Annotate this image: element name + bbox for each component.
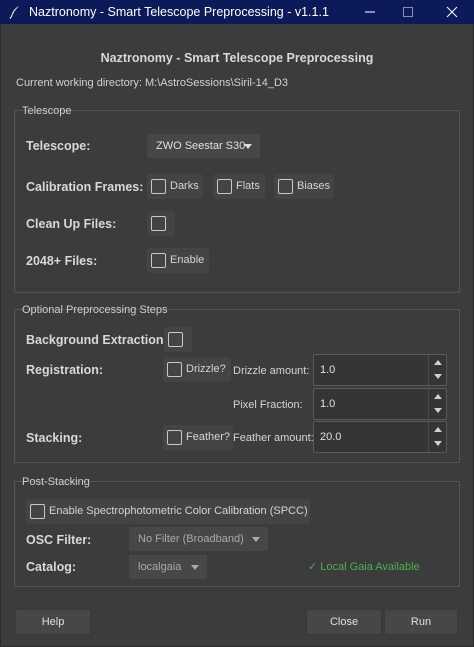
chevron-down-icon [252,537,260,542]
spcc-label: Enable Spectrophotometric Color Calibrat… [49,505,308,517]
cleanup-files-checkbox-box[interactable] [151,216,166,231]
feather-amount-label: Feather amount: [233,432,314,444]
cleanup-files-label: Clean Up Files: [26,217,117,231]
chevron-down-icon [244,144,252,149]
catalog-select[interactable]: localgaia [129,555,207,579]
feather-amount-value: 20.0 [320,431,342,443]
biases-checkbox[interactable]: Biases [274,174,334,199]
darks-checkbox[interactable]: Darks [147,174,203,199]
drizzle-checkbox-box[interactable] [167,362,182,377]
help-button-label: Help [41,616,65,628]
files-2048-checkbox-box[interactable] [151,253,166,268]
arrow-down-icon[interactable] [434,441,442,446]
calibration-frames-label: Calibration Frames: [26,180,144,194]
background-extraction-checkbox-box[interactable] [168,332,183,347]
gaia-status: ✓ Local Gaia Available [308,560,420,574]
darks-label: Darks [170,180,199,192]
drizzle-amount-spinbox[interactable]: 1.0 [313,354,447,386]
drizzle-amount-value: 1.0 [320,364,336,376]
telescope-select-value: ZWO Seestar S30 [156,140,246,152]
feather-amount-stepper[interactable] [428,422,446,452]
run-button-label: Run [410,616,432,628]
spcc-checkbox-box[interactable] [30,504,45,519]
files-2048-label: 2048+ Files: [26,254,98,268]
window-title: Naztronomy - Smart Telescope Preprocessi… [29,5,329,19]
feather-label: Feather? [186,431,231,443]
arrow-up-icon[interactable] [434,360,442,365]
cleanup-files-checkbox[interactable] [147,211,175,236]
close-icon [446,6,458,18]
close-button-label: Close [329,616,359,628]
registration-label: Registration: [26,363,104,377]
catalog-label: Catalog: [26,560,76,574]
osc-filter-select-value: No Filter (Broadband) [138,533,244,545]
chevron-down-icon [191,565,199,570]
pixel-fraction-spinbox[interactable]: 1.0 [313,388,447,420]
drizzle-amount-label: Drizzle amount: [233,365,310,377]
pixel-fraction-label: Pixel Fraction: [233,399,303,411]
drizzle-checkbox[interactable]: Drizzle? [163,357,231,382]
arrow-down-icon[interactable] [434,374,442,379]
feather-amount-spinbox[interactable]: 20.0 [313,421,447,453]
arrow-down-icon[interactable] [434,408,442,413]
drizzle-label: Drizzle? [186,363,226,375]
checkmark-icon: ✓ [308,561,318,573]
gaia-status-text: Local Gaia Available [320,560,420,573]
optional-steps-group-title: Optional Preprocessing Steps [22,304,168,316]
feather-pen-icon [8,5,22,19]
close-button[interactable]: Close [306,609,382,635]
telescope-select[interactable]: ZWO Seestar S30 [147,134,260,158]
flats-checkbox-box[interactable] [217,179,232,194]
flats-label: Flats [236,180,260,192]
telescope-group-title: Telescope [22,105,72,117]
pixel-fraction-value: 1.0 [320,398,336,410]
stacking-label: Stacking: [26,431,83,445]
help-button[interactable]: Help [15,609,91,635]
files-2048-enable-label: Enable [170,254,205,266]
catalog-select-value: localgaia [138,561,182,573]
page-title: Naztronomy - Smart Telescope Preprocessi… [100,51,374,65]
osc-filter-select[interactable]: No Filter (Broadband) [129,527,268,551]
feather-checkbox-box[interactable] [167,430,182,445]
maximize-button[interactable] [386,0,430,24]
background-extraction-checkbox[interactable] [164,327,192,352]
drizzle-amount-stepper[interactable] [428,355,446,385]
osc-filter-label: OSC Filter: [26,533,92,547]
pixel-fraction-stepper[interactable] [428,389,446,419]
post-stacking-group-title: Post-Stacking [22,476,90,488]
arrow-up-icon[interactable] [434,394,442,399]
biases-checkbox-box[interactable] [278,179,293,194]
telescope-label: Telescope: [26,139,91,153]
spcc-checkbox[interactable]: Enable Spectrophotometric Color Calibrat… [26,499,310,524]
feather-checkbox[interactable]: Feather? [163,425,233,450]
files-2048-checkbox[interactable]: Enable [147,248,209,273]
maximize-icon [403,7,413,17]
flats-checkbox[interactable]: Flats [213,174,265,199]
biases-label: Biases [297,180,331,192]
background-extraction-label: Background Extraction: [26,333,168,347]
arrow-up-icon[interactable] [434,427,442,432]
run-button[interactable]: Run [384,609,458,635]
minimize-icon [365,11,375,13]
darks-checkbox-box[interactable] [151,179,166,194]
close-window-button[interactable] [430,0,474,24]
working-directory-label: Current working directory: M:\AstroSessi… [16,77,289,89]
